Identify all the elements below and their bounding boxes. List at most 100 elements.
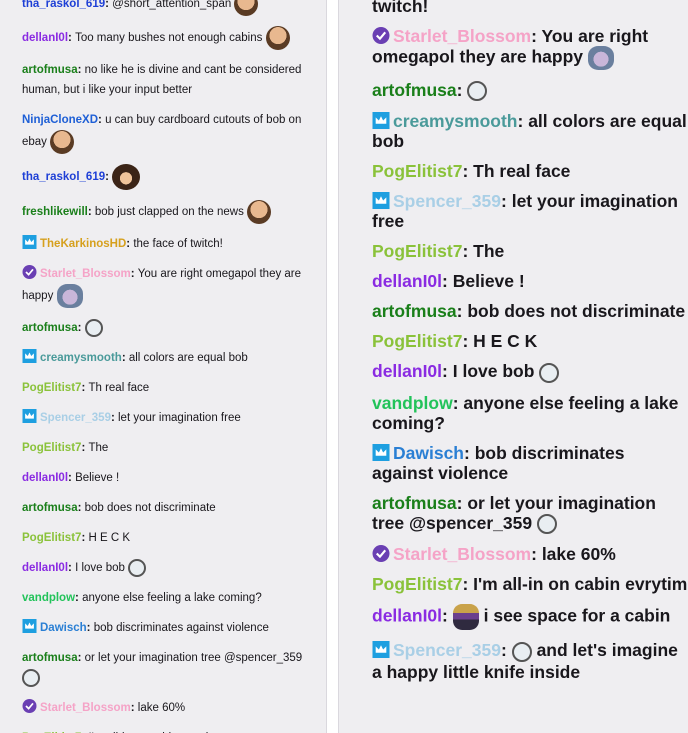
chat-username[interactable]: vandplow — [22, 592, 75, 604]
chat-username[interactable]: dellanI0l — [372, 361, 442, 381]
chat-username[interactable]: PogElitist7 — [372, 161, 462, 181]
chat-message: tha_raskol_619: @short_attention_span — [22, 0, 320, 21]
chat-username[interactable]: dellanI0l — [22, 472, 68, 484]
chat-message: artofmusa: — [22, 313, 320, 343]
chat-username[interactable]: TheKarkinosHD — [40, 238, 126, 250]
chat-username[interactable]: dellanI0l — [372, 606, 442, 626]
chat-separator: : — [130, 702, 138, 714]
chat-username[interactable]: artofmusa — [22, 652, 78, 664]
chat-separator: : — [531, 26, 542, 46]
chat-username[interactable]: tha_raskol_619 — [22, 171, 105, 183]
chat-separator: : — [462, 241, 474, 262]
chat-username[interactable]: artofmusa — [22, 322, 78, 334]
chat-separator: : — [130, 268, 138, 280]
chat-username[interactable]: artofmusa — [22, 502, 78, 514]
chat-message: tha_raskol_619: — [22, 159, 320, 195]
chat-username[interactable]: Dawisch — [393, 443, 464, 463]
chat-username[interactable]: dellanI0l — [372, 271, 442, 291]
face-emote-icon — [234, 0, 259, 16]
afro-emote-icon — [112, 164, 141, 190]
chat-username[interactable]: Dawisch — [40, 622, 87, 634]
chat-message-text: anyone else feeling a lake coming? — [82, 592, 262, 604]
chat-username[interactable]: NinjaCloneXD — [22, 114, 98, 126]
chat-username[interactable]: PogElitist7 — [22, 532, 81, 544]
chat-message-text: The — [88, 442, 109, 454]
chat-message: PogElitist7: The — [372, 236, 688, 266]
chat-message: PogElitist7: Th real face — [22, 373, 320, 403]
chat-username[interactable]: creamysmooth — [393, 111, 518, 131]
chat-message: dellanI0l: I love bob — [372, 356, 688, 387]
verified-check-badge-icon — [372, 27, 390, 44]
chat-message: artofmusa: no like he is divine and cant… — [22, 55, 320, 105]
chat-separator: : — [464, 442, 475, 463]
smiley-emote-icon — [511, 641, 532, 662]
chat-username[interactable]: artofmusa — [372, 493, 457, 513]
face-emote-icon — [265, 26, 290, 50]
chat-username[interactable]: artofmusa — [372, 80, 457, 100]
chat-username[interactable]: dellanI0l — [22, 32, 68, 44]
chat-username[interactable]: tha_raskol_619 — [22, 0, 105, 10]
chat-username[interactable]: Starlet_Blossom — [40, 268, 131, 280]
chat-username[interactable]: Spencer_359 — [393, 191, 501, 211]
chat-separator: : — [77, 502, 85, 514]
chat-message: vandplow: anyone else feeling a lake com… — [22, 583, 320, 613]
chat-message-text: bob just clapped on the news — [94, 206, 244, 219]
chat-message: artofmusa: bob does not discriminate — [22, 493, 320, 523]
chat-username[interactable]: PogElitist7 — [372, 331, 462, 351]
chat-message-text: lake 60% — [541, 544, 616, 565]
chat-username[interactable]: creamysmooth — [40, 352, 122, 364]
chat-message: dellanI0l: i see space for a cabin — [372, 599, 688, 635]
chat-message-text: I love bob — [75, 562, 125, 574]
chat-username[interactable]: freshlikewill — [22, 206, 88, 218]
chat-username[interactable]: artofmusa — [372, 301, 457, 321]
chat-message-text: Believe ! — [452, 271, 525, 292]
chat-message: PogElitist7: H E C K — [372, 326, 688, 356]
chat-separator: : — [77, 64, 85, 76]
chat-separator: : — [75, 592, 83, 604]
prime-crown-badge-icon — [372, 443, 390, 461]
chat-username[interactable]: PogElitist7 — [22, 442, 81, 454]
chat-message: dellanI0l: Believe ! — [372, 266, 688, 296]
chat-message: PogElitist7: Th real face — [372, 156, 688, 186]
chat-message-text: The — [473, 241, 505, 262]
chat-message-text: H E C K — [473, 331, 538, 352]
chat-username[interactable]: dellanI0l — [22, 562, 68, 574]
prime-crown-badge-icon — [22, 349, 37, 363]
chat-message: PogElitist7: H E C K — [22, 523, 320, 553]
chat-separator: : — [531, 544, 542, 565]
chat-username[interactable]: vandplow — [372, 393, 453, 413]
knight-emote-icon — [452, 604, 479, 631]
chat-separator: : — [452, 392, 464, 413]
chat-message: creamysmooth: all colors are equal bob — [372, 106, 688, 156]
prime-crown-badge-icon — [22, 235, 37, 249]
chat-username[interactable]: Spencer_359 — [393, 640, 501, 660]
chat-message-text: twitch! — [372, 0, 429, 16]
smiley-emote-icon — [539, 362, 560, 383]
chat-username[interactable]: artofmusa — [22, 64, 78, 76]
chat-separator: : — [68, 562, 76, 574]
prime-crown-badge-icon — [372, 112, 390, 130]
chat-message-text: let your imagination free — [118, 412, 241, 424]
chat-username[interactable]: Starlet_Blossom — [393, 544, 531, 564]
chat-username[interactable]: PogElitist7 — [372, 241, 462, 261]
smiley-emote-icon — [467, 81, 488, 102]
chat-username[interactable]: Starlet_Blossom — [393, 26, 531, 46]
chat-username[interactable]: PogElitist7 — [22, 382, 81, 394]
face-emote-icon — [247, 200, 272, 224]
chat-username[interactable]: Starlet_Blossom — [40, 702, 131, 714]
chat-message: Spencer_359: let your imagination free — [22, 403, 320, 433]
chat-message: dellanI0l: Too many bushes not enough ca… — [22, 21, 320, 55]
chat-separator: : — [456, 301, 468, 322]
chat-username[interactable]: Spencer_359 — [40, 412, 111, 424]
chat-separator: : — [501, 191, 512, 212]
chat-message-text: Too many bushes not enough cabins — [75, 32, 263, 45]
chat-message: Spencer_359: and let's imagine a happy l… — [372, 635, 688, 686]
smiley-emote-icon — [84, 318, 103, 337]
chat-message: dellanI0l: I love bob — [22, 553, 320, 583]
chat-pane-right-zoomed[interactable]: twitch! Starlet_Blossom: You are right om… — [338, 0, 688, 733]
prime-crown-badge-icon — [372, 641, 390, 659]
chat-message-text: all colors are equal bob — [128, 352, 248, 364]
chat-message: Starlet_Blossom: You are right omegapol … — [22, 259, 320, 313]
chat-username[interactable]: PogElitist7 — [372, 574, 462, 594]
chat-pane-left[interactable]: tha_raskol_619: @short_attention_span de… — [0, 0, 327, 733]
